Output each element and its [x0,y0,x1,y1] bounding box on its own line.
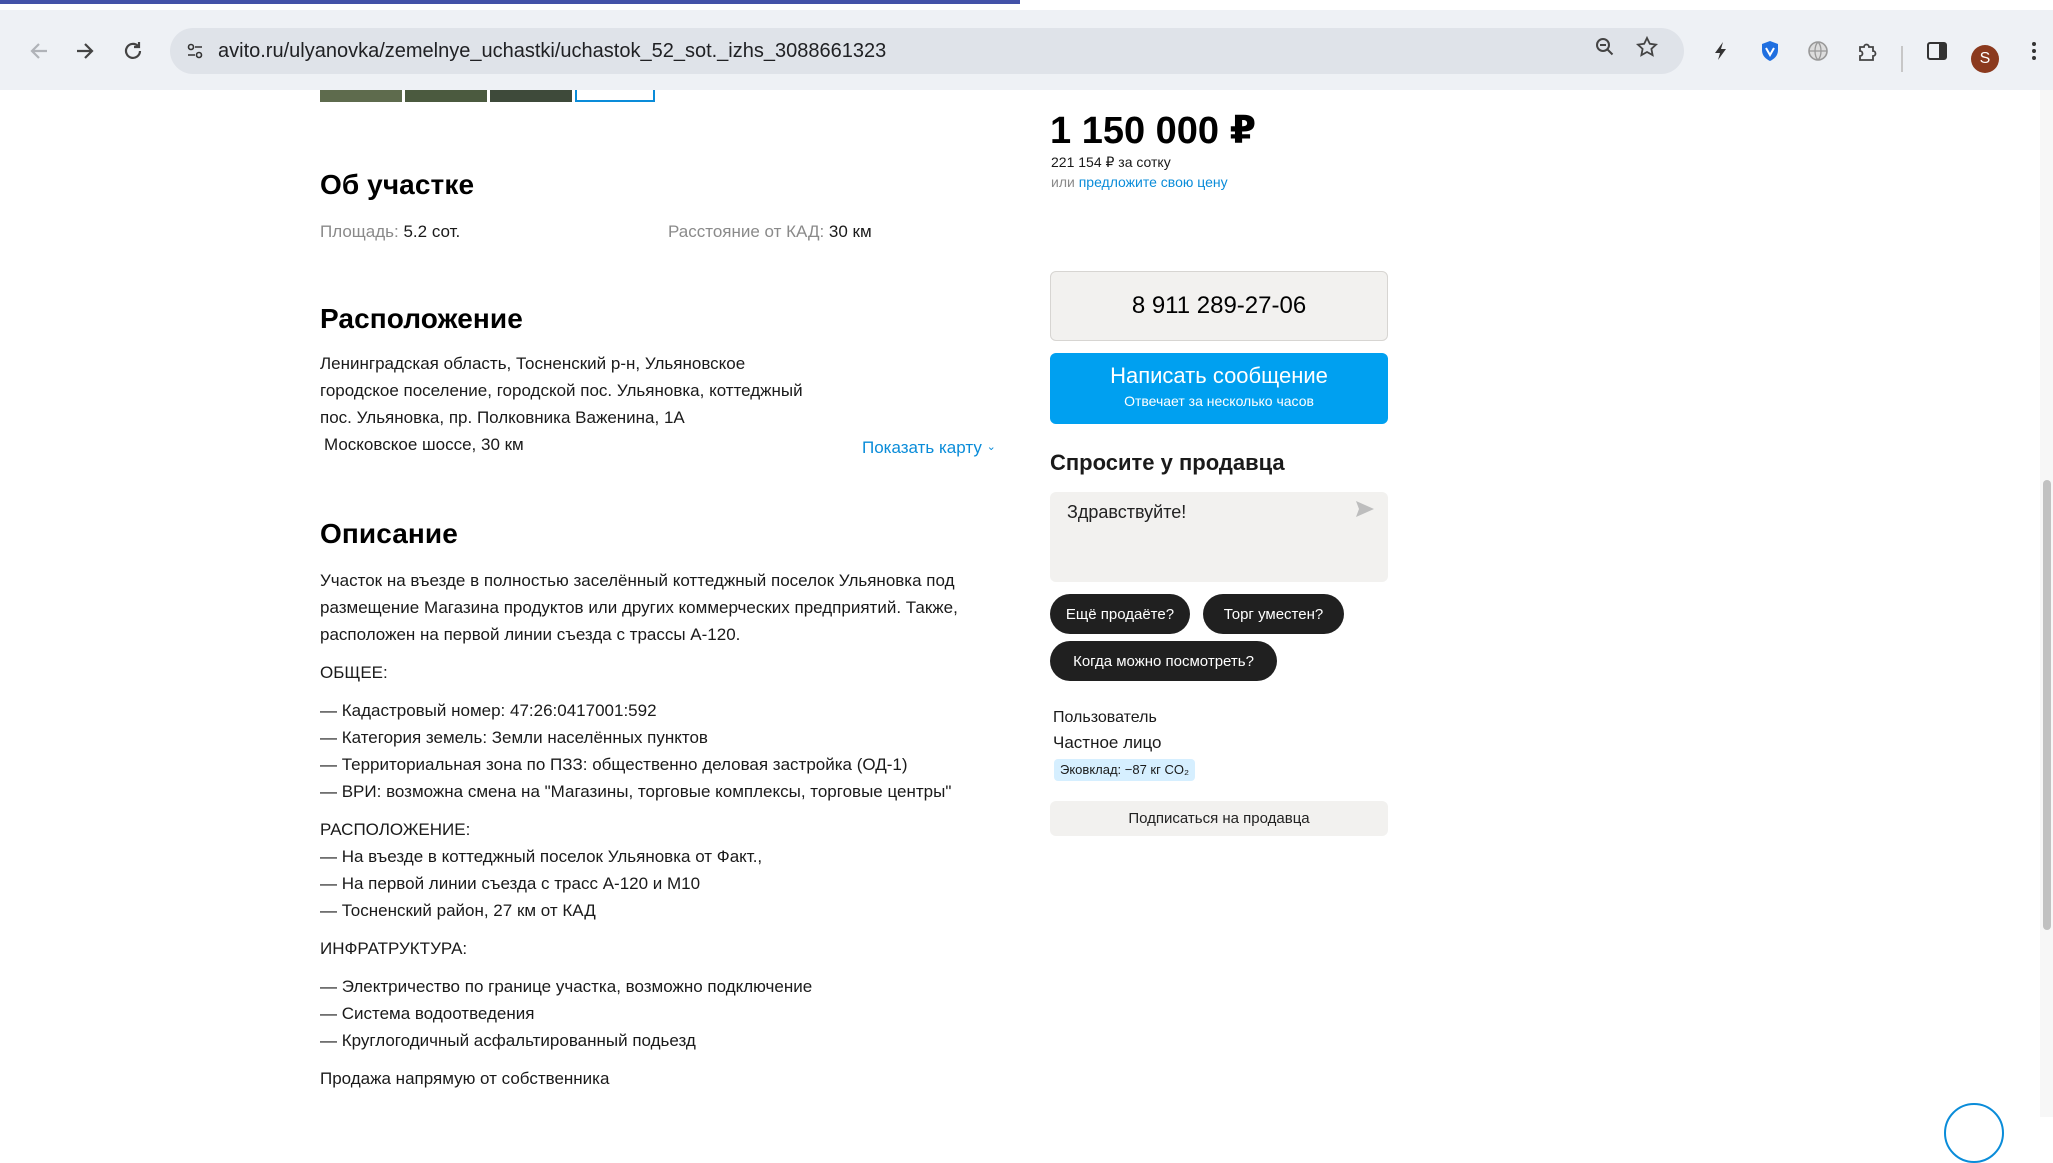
avatar[interactable]: S [1971,45,1999,73]
distance-value: 30 км [828,222,872,241]
distance-label: Расстояние от КАД: [668,222,825,241]
scrollbar[interactable] [2040,90,2053,1117]
area-row: Площадь: 5.2 сот. [320,218,460,245]
browser-toolbar: avito.ru/ulyanovka/zemelnye_uchastki/uch… [0,10,2053,90]
description-title: Описание [320,518,458,549]
address-line: Ленинградская область, Тосненский р-н, У… [320,354,746,373]
send-icon[interactable] [1355,500,1375,524]
offer-prefix: или [1051,174,1075,190]
general-item: — Категория земель: Земли населённых пун… [320,728,708,747]
zoom-icon[interactable] [1590,36,1620,66]
general-item: — Кадастровый номер: 47:26:0417001:592 [320,701,657,720]
location-item: — Тосненский район, 27 км от КАД [320,901,596,920]
address-bar[interactable]: avito.ru/ulyanovka/zemelnye_uchastki/uch… [170,28,1684,74]
globe-icon[interactable] [1803,36,1833,66]
page-content: Об участке Площадь: 5.2 сот. Расстояние … [0,90,2053,1117]
address-line: пос. Ульяновка, пр. Полковника Важенина,… [320,408,685,427]
general-item: — Территориальная зона по ПЗЗ: обществен… [320,755,908,774]
location-title: Расположение [320,303,523,334]
area-label: Площадь: [320,222,399,241]
gallery-thumbnail[interactable] [490,90,572,102]
show-map-label: Показать карту [862,438,982,457]
address-line: городское поселение, городской пос. Улья… [320,381,803,400]
scrollbar-thumb[interactable] [2043,480,2051,930]
offer-price-link[interactable]: предложите свою цену [1079,174,1228,190]
infra-item: — Электричество по границе участка, возм… [320,977,813,996]
kebab-menu-icon[interactable] [2019,36,2049,66]
reload-icon[interactable] [116,34,150,68]
gallery-thumbnail[interactable] [320,90,402,102]
offer-row: или предложите свою цену [1051,172,1228,192]
arrow-right-icon[interactable] [68,34,102,68]
response-time: Отвечает за несколько часов [1124,393,1314,409]
gallery-thumbnail[interactable] [405,90,487,102]
infra-item: — Система водоотведения [320,1004,535,1023]
location-item: — На первой линии съезда с трасс А-120 и… [320,874,701,893]
star-icon[interactable] [1632,35,1662,65]
quick-reply-still-selling[interactable]: Ещё продаёте? [1050,594,1190,634]
description-line: Участок на въезде в полностью заселённый… [320,571,955,590]
ask-seller-title: Спросите у продавца [1050,450,1285,475]
ask-seller-text[interactable]: Здравствуйте! [1067,502,1186,523]
tune-icon[interactable] [180,36,210,66]
cut-off-text-strip [0,0,1020,4]
gallery-thumbnail-selected[interactable] [575,90,655,102]
floating-action-button[interactable] [1944,1103,2004,1163]
price-per-sotka: 221 154 ₽ за сотку [1051,154,1171,170]
highway-distance: Московское шоссе, 30 км [324,435,524,454]
about-title: Об участке [320,169,475,200]
general-item: — ВРИ: возможна смена на "Магазины, торг… [320,782,952,801]
arrow-left-icon[interactable] [22,34,56,68]
puzzle-icon[interactable] [1852,36,1882,66]
area-value: 5.2 сот. [403,222,461,241]
write-message-button[interactable]: Написать сообщение Отвечает за несколько… [1050,353,1388,424]
description-line: размещение Магазина продуктов или других… [320,598,958,617]
previous-page-fragment [0,0,2053,10]
bolt-icon[interactable] [1706,36,1736,66]
description-line: расположен на первой линии съезда с трас… [320,625,741,644]
toolbar-divider [1901,46,1903,72]
quick-reply-bargain[interactable]: Торг уместен? [1203,594,1344,634]
show-map-link[interactable]: Показать карту ⌄ [862,434,996,461]
distance-row: Расстояние от КАД: 30 км [668,218,872,245]
price: 1 150 000 ₽ [1050,110,1257,152]
eco-badge: Эковклад: −87 кг CO₂ [1054,759,1196,781]
write-message-label: Написать сообщение [1110,363,1328,388]
ask-seller-input[interactable]: Здравствуйте! [1050,492,1388,582]
location-heading: РАСПОЛОЖЕНИЕ: [320,820,471,839]
seller-type: Частное лицо [1053,733,1162,752]
seller-name[interactable]: Пользователь [1053,706,1157,730]
description-closing: Продажа напрямую от собственника [320,1069,610,1088]
subscribe-seller-button[interactable]: Подписаться на продавца [1050,801,1388,836]
url-text[interactable]: avito.ru/ulyanovka/zemelnye_uchastki/uch… [218,40,886,63]
location-item: — На въезде в коттеджный поселок Ульянов… [320,847,763,866]
show-phone-button[interactable]: 8 911 289-27-06 [1050,271,1388,341]
chevron-down-icon: ⌄ [986,441,996,453]
shield-icon[interactable] [1755,36,1785,66]
general-heading: ОБЩЕЕ: [320,663,388,682]
quick-reply-viewing[interactable]: Когда можно посмотреть? [1050,641,1277,681]
side-panel-icon[interactable] [1922,36,1952,66]
infra-heading: ИНФРАТРУКТУРА: [320,939,468,958]
infra-item: — Круглогодичный асфальтированный подьез… [320,1031,696,1050]
